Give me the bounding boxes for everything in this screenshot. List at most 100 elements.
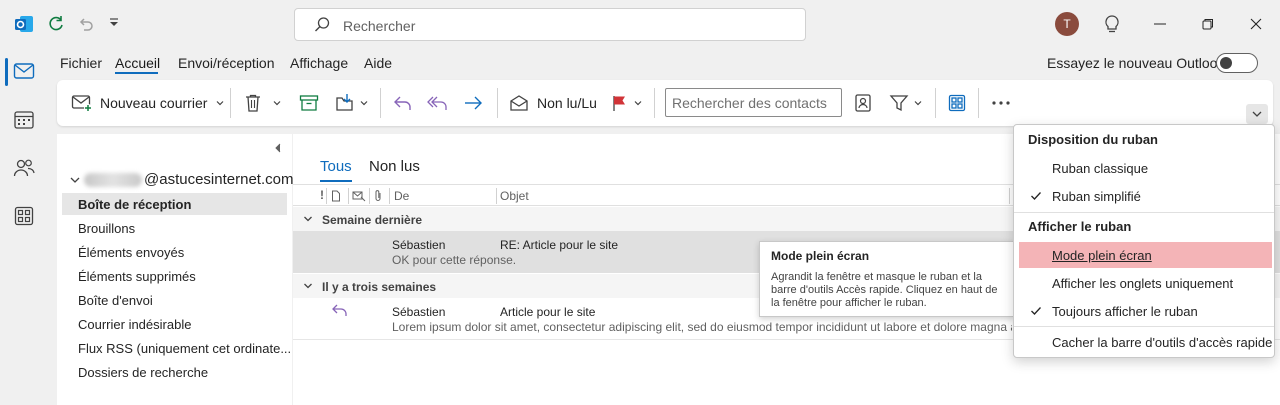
folder-deleted[interactable]: Éléments supprimés xyxy=(78,269,196,284)
account-header[interactable]: @astucesinternet.com xyxy=(69,171,293,188)
redacted-username xyxy=(84,172,142,187)
ribbon-options-button[interactable] xyxy=(1246,104,1268,124)
app-rail xyxy=(0,48,48,405)
chevron-down-icon xyxy=(216,101,224,106)
folder-inbox[interactable]: Boîte de réception xyxy=(78,197,191,212)
ribbon-options-menu: Disposition du ruban Ruban classique Rub… xyxy=(1013,124,1275,358)
menu-accueil[interactable]: Accueil xyxy=(115,55,160,71)
unread-read-button[interactable]: Non lu/Lu xyxy=(509,88,597,118)
restore-icon[interactable] xyxy=(1202,18,1214,30)
move-folder-icon xyxy=(336,94,353,111)
folder-outbox[interactable]: Boîte d'envoi xyxy=(78,293,153,308)
chevron-down-icon xyxy=(914,101,922,106)
folder-search[interactable]: Dossiers de recherche xyxy=(78,365,208,380)
avatar[interactable]: T xyxy=(1055,12,1079,36)
contact-search-input[interactable]: Rechercher des contacts xyxy=(665,88,842,117)
document-column-icon[interactable] xyxy=(331,190,341,202)
more-options-button[interactable] xyxy=(991,88,1011,118)
ribbon-separator xyxy=(654,88,655,118)
envelope-open-icon xyxy=(510,95,528,111)
folder-pane: @astucesinternet.com Boîte de réception … xyxy=(57,134,293,405)
chevron-down-icon xyxy=(70,177,80,183)
archive-button[interactable] xyxy=(299,88,319,118)
people-icon[interactable] xyxy=(13,158,35,178)
column-from[interactable]: De xyxy=(394,189,409,203)
folder-rss[interactable]: Flux RSS (uniquement cet ordinate... xyxy=(78,341,291,356)
new-mail-label: Nouveau courrier xyxy=(100,95,208,111)
tab-unread[interactable]: Non lus xyxy=(369,158,420,175)
search-icon xyxy=(313,16,331,34)
trash-icon xyxy=(246,94,260,112)
check-icon xyxy=(1031,192,1041,200)
global-search-input[interactable]: Rechercher xyxy=(294,8,806,41)
archive-icon xyxy=(299,95,319,111)
new-mail-button[interactable]: Nouveau courrier xyxy=(71,88,225,118)
menu-item-hide-qat[interactable]: Cacher la barre d'outils d'accès rapide xyxy=(1052,335,1272,350)
new-mail-icon xyxy=(71,95,92,112)
sync-icon[interactable] xyxy=(46,14,66,34)
menu-item-classic-ribbon[interactable]: Ruban classique xyxy=(1052,161,1148,176)
menu-aide[interactable]: Aide xyxy=(364,55,392,71)
undo-icon[interactable] xyxy=(77,15,95,33)
flag-button[interactable] xyxy=(611,88,643,118)
lightbulb-icon[interactable] xyxy=(1103,14,1121,34)
menu-item-tabs-only[interactable]: Afficher les onglets uniquement xyxy=(1052,276,1233,291)
column-subject[interactable]: Objet xyxy=(500,189,529,203)
customize-qat-icon[interactable] xyxy=(108,17,120,29)
filter-button[interactable] xyxy=(889,88,923,118)
address-book-button[interactable] xyxy=(854,88,872,118)
menu-item-simplified-ribbon[interactable]: Ruban simplifié xyxy=(1052,189,1141,204)
reply-all-icon xyxy=(427,96,447,110)
folder-junk[interactable]: Courrier indésirable xyxy=(78,317,191,332)
collapse-pane-icon[interactable] xyxy=(273,142,283,154)
chevron-down-icon xyxy=(634,101,642,106)
reply-button[interactable] xyxy=(393,88,413,118)
menu-envoi-reception[interactable]: Envoi/réception xyxy=(178,55,275,71)
tab-all[interactable]: Tous xyxy=(320,158,352,175)
tooltip-body: Agrandit la fenêtre et masque le ruban e… xyxy=(771,271,998,309)
menu-fichier[interactable]: Fichier xyxy=(60,55,102,71)
attachment-column-icon[interactable] xyxy=(374,189,382,202)
menu-affichage[interactable]: Affichage xyxy=(290,55,348,71)
chevron-down-icon xyxy=(304,216,312,222)
active-menu-underline xyxy=(115,72,158,74)
filter-icon xyxy=(889,95,909,112)
show-ribbon-heading: Afficher le ruban xyxy=(1028,219,1132,234)
menu-separator xyxy=(1014,326,1274,327)
message-from: Sébastien xyxy=(392,238,446,252)
active-tab-underline xyxy=(320,180,352,182)
delete-button[interactable] xyxy=(244,88,282,118)
importance-column-icon[interactable]: ! xyxy=(320,188,324,202)
mail-icon[interactable] xyxy=(13,62,35,80)
search-placeholder: Rechercher xyxy=(343,18,416,34)
forward-button[interactable] xyxy=(463,88,483,118)
fullscreen-tooltip: Mode plein écran Agrandit la fenêtre et … xyxy=(759,241,1016,317)
ribbon-separator xyxy=(978,88,979,118)
menu-item-fullscreen[interactable]: Mode plein écran xyxy=(1052,248,1152,263)
close-icon[interactable] xyxy=(1250,18,1262,30)
menu-item-always-show[interactable]: Toujours afficher le ruban xyxy=(1052,304,1198,319)
folder-drafts[interactable]: Brouillons xyxy=(78,221,135,236)
folder-sent[interactable]: Éléments envoyés xyxy=(78,245,184,260)
toggle-knob xyxy=(1220,57,1232,69)
reminder-column-icon[interactable] xyxy=(352,190,366,202)
apps-button[interactable] xyxy=(948,88,966,118)
apps-icon[interactable] xyxy=(14,206,34,226)
move-button[interactable] xyxy=(335,88,369,118)
rail-active-indicator xyxy=(5,58,8,86)
title-bar: Rechercher T xyxy=(0,0,1280,48)
new-outlook-toggle[interactable] xyxy=(1216,53,1258,73)
calendar-icon[interactable] xyxy=(13,110,35,130)
reply-all-button[interactable] xyxy=(427,88,449,118)
ribbon-separator xyxy=(380,88,381,118)
outlook-logo-icon xyxy=(14,14,34,34)
minimize-icon[interactable] xyxy=(1154,23,1166,25)
ribbon-separator xyxy=(935,88,936,118)
chevron-down-icon xyxy=(360,101,368,106)
address-book-icon xyxy=(855,94,871,112)
menu-bar: Fichier Accueil Envoi/réception Affichag… xyxy=(48,48,1280,78)
grid-apps-icon xyxy=(948,94,966,112)
check-icon xyxy=(1031,307,1041,315)
chevron-down-icon xyxy=(273,101,281,106)
message-preview: OK pour cette réponse. xyxy=(392,253,517,267)
